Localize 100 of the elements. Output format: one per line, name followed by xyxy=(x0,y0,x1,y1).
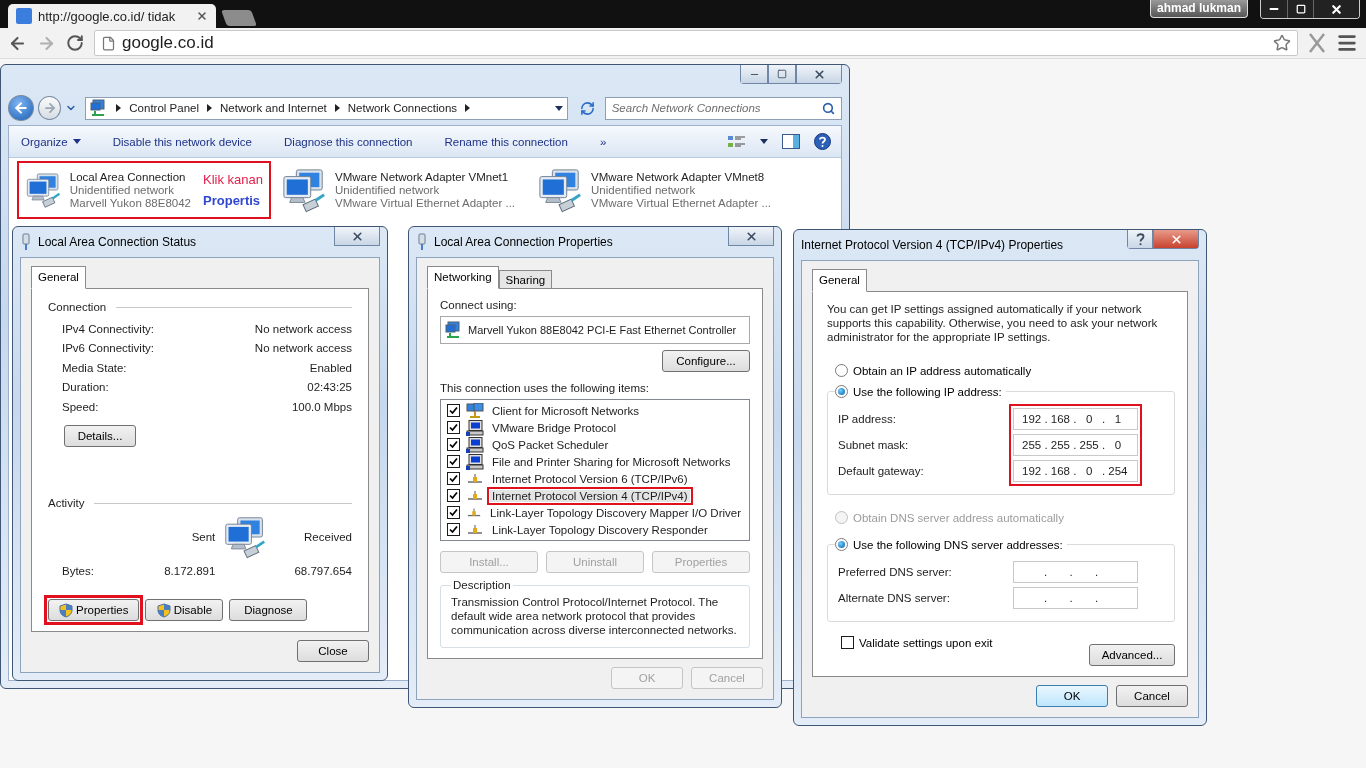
advanced-button[interactable]: Advanced... xyxy=(1089,644,1175,666)
checkbox[interactable] xyxy=(841,636,854,649)
close-icon xyxy=(812,67,826,81)
checkbox[interactable] xyxy=(447,455,460,468)
toolbar-command[interactable]: Disable this network device xyxy=(110,133,254,150)
connection-item[interactable]: Local Area Connection Unidentified network Marvell Yukon 88E8042 Klik kanan Propertis xyxy=(17,161,271,219)
checkbox[interactable] xyxy=(447,523,460,536)
ip-address-field[interactable]: 192 . 168 . 0 . 254 xyxy=(1013,460,1138,482)
computer-icon xyxy=(466,453,484,470)
connection-item[interactable]: VMware Network Adapter VMnet8 Unidentified network VMware Virtual Ethernet Adapter ... xyxy=(529,161,783,219)
dialog-tab[interactable]: General xyxy=(31,266,86,289)
close-icon xyxy=(350,229,364,243)
refresh-button[interactable] xyxy=(579,100,595,116)
close-button[interactable] xyxy=(1313,0,1359,18)
radio-option[interactable]: Use the following DNS server addresses: xyxy=(835,538,1067,551)
forward-button[interactable] xyxy=(37,96,62,120)
checkbox[interactable] xyxy=(447,472,460,485)
help-icon[interactable] xyxy=(814,133,831,150)
dialog-button[interactable]: Properties xyxy=(48,599,140,621)
protocol-icon xyxy=(467,474,483,483)
toolbar-command[interactable]: Diagnose this connection xyxy=(282,133,415,150)
dialog-button[interactable]: Diagnose xyxy=(229,599,308,621)
close-dialog-button[interactable]: Close xyxy=(297,640,369,662)
info-value: No network access xyxy=(254,342,352,355)
ip-address-field[interactable]: 255 . 255 . 255 . 0 xyxy=(1013,434,1138,456)
radio-button[interactable] xyxy=(835,538,848,551)
dns-address-field[interactable]: . . . xyxy=(1013,587,1138,609)
radio-option[interactable]: Use the following IP address: xyxy=(835,385,1006,398)
dialog-tab[interactable]: Networking xyxy=(427,266,499,289)
page-icon xyxy=(101,35,116,51)
view-options-icon[interactable] xyxy=(728,134,746,149)
radio-button[interactable] xyxy=(835,364,848,377)
new-tab-button[interactable] xyxy=(221,10,257,26)
dns-address-field[interactable]: . . . xyxy=(1013,561,1138,583)
connection-name: VMware Network Adapter VMnet8 xyxy=(591,171,766,183)
breadcrumb-item[interactable]: Control Panel xyxy=(116,102,199,114)
computer-icon xyxy=(466,419,484,436)
info-label: IPv4 Connectivity: xyxy=(62,322,155,335)
adapter-field: Marvell Yukon 88E8042 PCI-E Fast Ethernet Controller xyxy=(440,316,750,344)
list-item[interactable]: File and Printer Sharing for Microsoft Networks xyxy=(490,455,733,468)
checkbox[interactable] xyxy=(447,506,460,519)
address-bar[interactable]: google.co.id xyxy=(94,30,1298,56)
info-value: 02:43:25 xyxy=(307,381,352,394)
back-button[interactable] xyxy=(8,95,34,121)
annotation-text: Klik kanan xyxy=(203,172,263,187)
list-item[interactable]: Internet Protocol Version 4 (TCP/IPv4) xyxy=(490,489,690,502)
checkbox[interactable] xyxy=(447,421,460,434)
checkbox[interactable] xyxy=(447,404,460,417)
close-icon xyxy=(1330,2,1343,16)
bytes-label: Bytes: xyxy=(62,565,95,577)
dialog-button[interactable]: Cancel xyxy=(1116,685,1188,707)
minimize-button[interactable] xyxy=(1261,0,1287,18)
breadcrumb-arrow-icon xyxy=(116,104,122,112)
checkbox[interactable] xyxy=(447,489,460,502)
restore-button[interactable] xyxy=(1287,0,1313,18)
connection-status: Unidentified network xyxy=(69,184,175,196)
caret-icon[interactable] xyxy=(760,139,768,144)
dialog-button[interactable]: Disable xyxy=(145,599,224,621)
list-item[interactable]: VMware Bridge Protocol xyxy=(490,421,618,434)
organize-menu[interactable]: Organize xyxy=(19,133,83,150)
list-item[interactable]: Client for Microsoft Networks xyxy=(490,404,641,417)
configure-button[interactable]: Configure... xyxy=(662,350,750,372)
browser-tab[interactable]: http://google.co.id/ tidak xyxy=(8,4,216,28)
bookmark-star-icon[interactable] xyxy=(1273,34,1291,52)
reload-button[interactable] xyxy=(66,34,84,52)
address-bar[interactable]: Control Panel Network and Internet Network Connections xyxy=(85,96,568,120)
list-item[interactable]: QoS Packet Scheduler xyxy=(490,438,611,451)
connection-item[interactable]: VMware Network Adapter VMnet1 Unidentified network VMware Virtual Ethernet Adapter ... xyxy=(273,161,527,219)
profile-name[interactable]: ahmad lukman xyxy=(1149,0,1248,18)
close-icon[interactable] xyxy=(196,10,208,22)
breadcrumb-arrow-icon xyxy=(207,104,212,112)
list-item[interactable]: Link-Layer Topology Discovery Responder xyxy=(490,523,710,536)
items-label: This connection uses the following items: xyxy=(440,382,651,394)
more-commands-button[interactable]: » xyxy=(597,133,609,150)
ip-address-field[interactable]: 192 . 168 . 0 . 1 xyxy=(1013,408,1138,430)
list-item[interactable]: Internet Protocol Version 6 (TCP/IPv6) xyxy=(490,472,690,485)
description-text: Transmission Control Protocol/Internet Protocol. The default wide area network protocol that provides communication across diverse interconnected networks. xyxy=(451,595,738,637)
bytes-sent: 8.172.891 xyxy=(163,565,216,577)
checkbox[interactable] xyxy=(447,438,460,451)
breadcrumb-item[interactable]: Network and Internet xyxy=(207,102,327,114)
info-label: Speed: xyxy=(62,400,99,413)
dialog-button[interactable]: OK xyxy=(1036,685,1108,707)
plug-icon xyxy=(416,233,428,251)
maximize-button[interactable] xyxy=(768,65,796,84)
extension-icon[interactable] xyxy=(1308,33,1326,53)
protocol-icon xyxy=(467,508,482,517)
dialog-tab[interactable]: Sharing xyxy=(498,270,553,289)
toolbar-command[interactable]: Rename this connection xyxy=(442,133,570,150)
search-field[interactable]: Search Network Connections xyxy=(604,96,842,120)
dialog-tab[interactable]: General xyxy=(812,269,867,292)
restore-icon xyxy=(1295,4,1306,14)
list-item[interactable]: Link-Layer Topology Discovery Mapper I/O Driver xyxy=(488,506,743,519)
connection-status: Unidentified network xyxy=(335,184,441,196)
details-button[interactable]: Details... xyxy=(64,424,136,447)
menu-icon[interactable] xyxy=(1336,32,1358,54)
caret-icon[interactable] xyxy=(554,105,563,111)
preview-pane-icon[interactable] xyxy=(782,134,800,149)
radio-button[interactable] xyxy=(835,385,848,398)
breadcrumb-item[interactable]: Network Connections xyxy=(334,102,458,114)
help-button[interactable] xyxy=(1127,230,1153,249)
